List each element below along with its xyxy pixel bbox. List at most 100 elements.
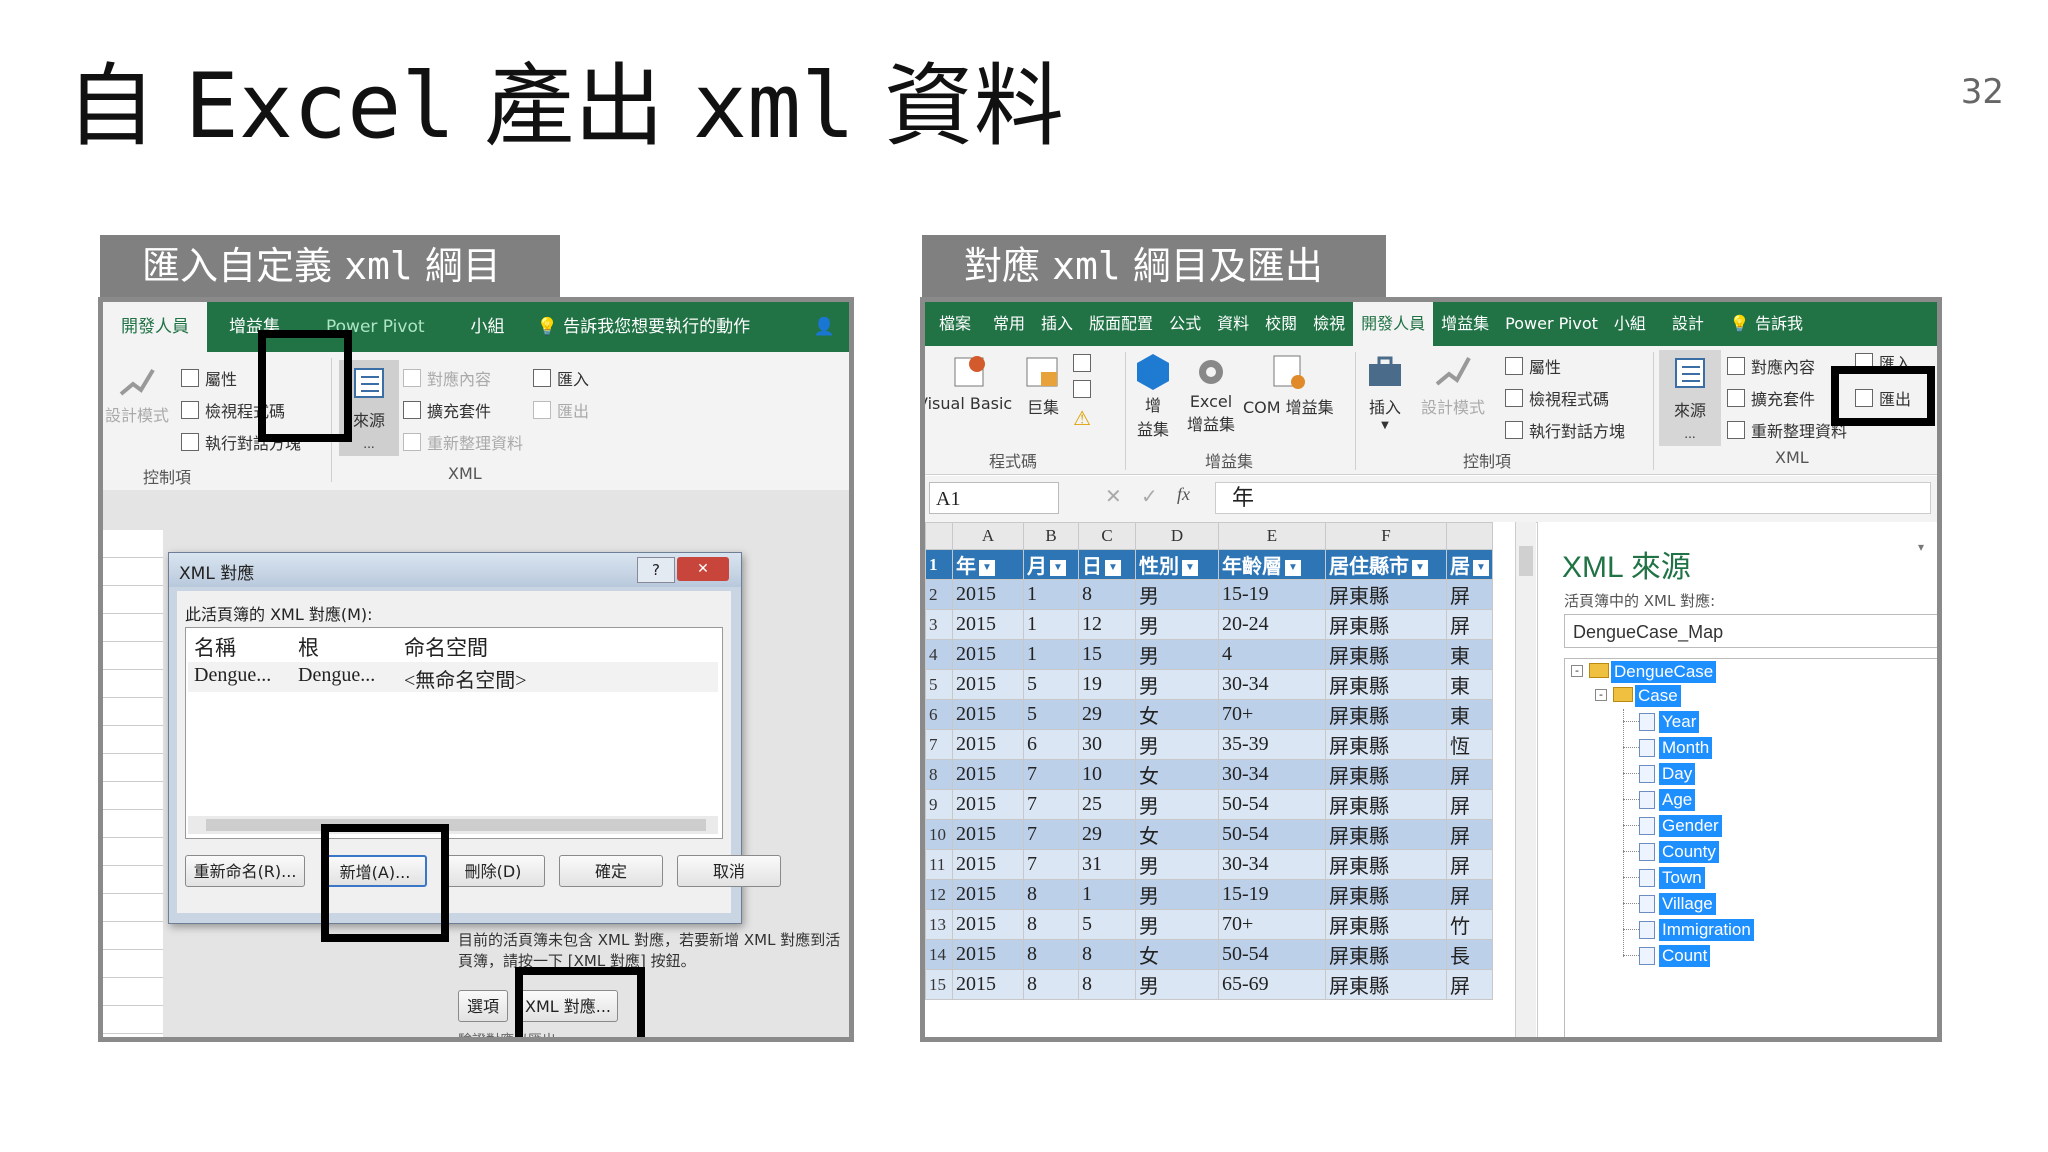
source-button[interactable]: 來源 ... (339, 360, 399, 456)
table-cell[interactable]: 10 (1078, 759, 1136, 790)
xml-tree[interactable]: - DengueCase - Case Year Month Day Age Gender Cou… (1564, 658, 1937, 1037)
table-cell[interactable]: 2015 (952, 669, 1024, 700)
table-cell[interactable]: 屏 (1446, 759, 1493, 790)
table-cell[interactable]: 屏東縣 (1325, 849, 1447, 880)
filter-dropdown-icon[interactable]: ▼ (979, 560, 995, 577)
properties-button[interactable]: 屬性 (181, 366, 237, 390)
pane-menu-chevron-icon[interactable]: ▾ (1918, 540, 1924, 554)
tab-team[interactable]: 小組 (1606, 302, 1654, 346)
table-cell[interactable]: 男 (1135, 879, 1219, 910)
tab-design[interactable]: 設計 (1654, 302, 1722, 346)
table-cell[interactable]: 2015 (952, 819, 1024, 850)
filter-dropdown-icon[interactable]: ▼ (1105, 560, 1121, 577)
table-cell[interactable]: 30-34 (1218, 849, 1326, 880)
export-button[interactable]: 匯出 (1855, 386, 1911, 410)
table-cell[interactable]: 屏 (1446, 819, 1493, 850)
table-header-cell[interactable]: 年齡層 ▼ (1218, 549, 1326, 580)
table-cell[interactable]: 屏 (1446, 969, 1493, 1000)
help-button[interactable]: ? (637, 557, 675, 583)
refresh-data-button[interactable]: 重新整理資料 (1727, 418, 1847, 442)
tree-node-root[interactable]: DengueCase (1611, 661, 1717, 683)
tree-node-leaf[interactable]: Age (1659, 789, 1696, 811)
table-cell[interactable]: 2015 (952, 939, 1024, 970)
column-header[interactable]: C (1078, 522, 1136, 550)
table-cell[interactable]: 男 (1135, 789, 1219, 820)
table-cell[interactable]: 8 (1023, 879, 1079, 910)
table-cell[interactable]: 屏東縣 (1325, 669, 1447, 700)
tree-node-leaf[interactable]: County (1659, 841, 1719, 863)
add-button[interactable]: 新增(A)... (323, 855, 427, 887)
table-cell[interactable]: 東 (1446, 699, 1493, 730)
tab-addins[interactable]: 增益集 (1433, 302, 1497, 346)
table-cell[interactable]: 女 (1135, 699, 1219, 730)
tree-node-leaf[interactable]: Gender (1659, 815, 1722, 837)
table-cell[interactable]: 屏 (1446, 579, 1493, 610)
formula-input[interactable]: 年 (1215, 482, 1931, 514)
table-cell[interactable]: 70+ (1218, 909, 1326, 940)
select-all-corner[interactable] (925, 522, 953, 550)
tell-me-box[interactable]: 💡 告訴我 (1722, 302, 1811, 346)
table-cell[interactable]: 50-54 (1218, 939, 1326, 970)
tab-developer[interactable]: 開發人員 (103, 302, 207, 352)
table-cell[interactable]: 屏東縣 (1325, 789, 1447, 820)
refresh-data-button[interactable]: 重新整理資料 (403, 430, 523, 454)
row-header[interactable]: 8 (925, 759, 953, 790)
table-row[interactable]: 3 2015 1 12 男 20-24 屏東縣屏 (925, 609, 1493, 640)
table-cell[interactable]: 8 (1023, 909, 1079, 940)
row-header[interactable]: 6 (925, 699, 953, 730)
table-row[interactable]: 4 2015 1 15 男 4 屏東縣東 (925, 639, 1493, 670)
design-mode-button[interactable]: 設計模式 (105, 364, 169, 426)
table-cell[interactable]: 屏 (1446, 879, 1493, 910)
collapse-toggle-icon[interactable]: - (1595, 689, 1607, 701)
table-row[interactable]: 13 2015 8 5 男 70+ 屏東縣竹 (925, 909, 1493, 940)
table-cell[interactable]: 屏東縣 (1325, 969, 1447, 1000)
macros-button[interactable]: 巨集 (1023, 352, 1063, 418)
row-header[interactable]: 4 (925, 639, 953, 670)
table-cell[interactable]: 29 (1078, 819, 1136, 850)
column-header[interactable]: A (952, 522, 1024, 550)
row-header[interactable]: 7 (925, 729, 953, 760)
table-row[interactable]: 5 2015 5 19 男 30-34 屏東縣東 (925, 669, 1493, 700)
user-icon[interactable]: 👤 (800, 302, 849, 352)
table-cell[interactable]: 50-54 (1218, 819, 1326, 850)
tab-review[interactable]: 校閱 (1257, 302, 1305, 346)
table-cell[interactable]: 4 (1218, 639, 1326, 670)
table-cell[interactable]: 2015 (952, 849, 1024, 880)
table-cell[interactable]: 男 (1135, 909, 1219, 940)
table-cell[interactable]: 屏東縣 (1325, 729, 1447, 760)
table-header-cell[interactable]: 居 ▼ (1446, 549, 1493, 580)
rename-button[interactable]: 重新命名(R)... (185, 855, 305, 887)
table-cell[interactable]: 男 (1135, 579, 1219, 610)
view-code-button[interactable]: 檢視程式碼 (1505, 386, 1609, 410)
row-header[interactable]: 14 (925, 939, 953, 970)
table-cell[interactable]: 35-39 (1218, 729, 1326, 760)
tree-node-leaf[interactable]: Day (1659, 763, 1696, 785)
table-cell[interactable]: 30-34 (1218, 669, 1326, 700)
table-cell[interactable]: 2015 (952, 579, 1024, 610)
table-cell[interactable]: 屏東縣 (1325, 909, 1447, 940)
table-cell[interactable]: 8 (1078, 969, 1136, 1000)
macro-security-icon[interactable]: ⚠ (1073, 406, 1091, 430)
table-header-cell[interactable]: 居住縣市 ▼ (1325, 549, 1447, 580)
column-header[interactable]: E (1218, 522, 1326, 550)
insert-function-icon[interactable]: fx (1177, 484, 1190, 505)
row-header[interactable]: 9 (925, 789, 953, 820)
tab-view[interactable]: 檢視 (1305, 302, 1353, 346)
tell-me-box[interactable]: 💡 告訴我您想要執行的動作 (527, 302, 761, 352)
ok-button[interactable]: 確定 (559, 855, 663, 887)
tab-developer[interactable]: 開發人員 (1353, 302, 1434, 346)
table-cell[interactable]: 屏東縣 (1325, 879, 1447, 910)
design-mode-button[interactable]: 設計模式 (1421, 352, 1485, 418)
table-cell[interactable]: 屏 (1446, 789, 1493, 820)
name-box[interactable]: A1 (929, 482, 1059, 514)
column-header[interactable]: B (1023, 522, 1079, 550)
table-cell[interactable]: 7 (1023, 819, 1079, 850)
delete-button[interactable]: 刪除(D) (441, 855, 545, 887)
row-header[interactable]: 3 (925, 609, 953, 640)
table-cell[interactable]: 女 (1135, 819, 1219, 850)
table-header-cell[interactable]: 月 ▼ (1023, 549, 1079, 580)
table-cell[interactable]: 屏東縣 (1325, 639, 1447, 670)
table-cell[interactable]: 2015 (952, 969, 1024, 1000)
table-header-cell[interactable]: 年 ▼ (952, 549, 1024, 580)
table-cell[interactable]: 男 (1135, 669, 1219, 700)
